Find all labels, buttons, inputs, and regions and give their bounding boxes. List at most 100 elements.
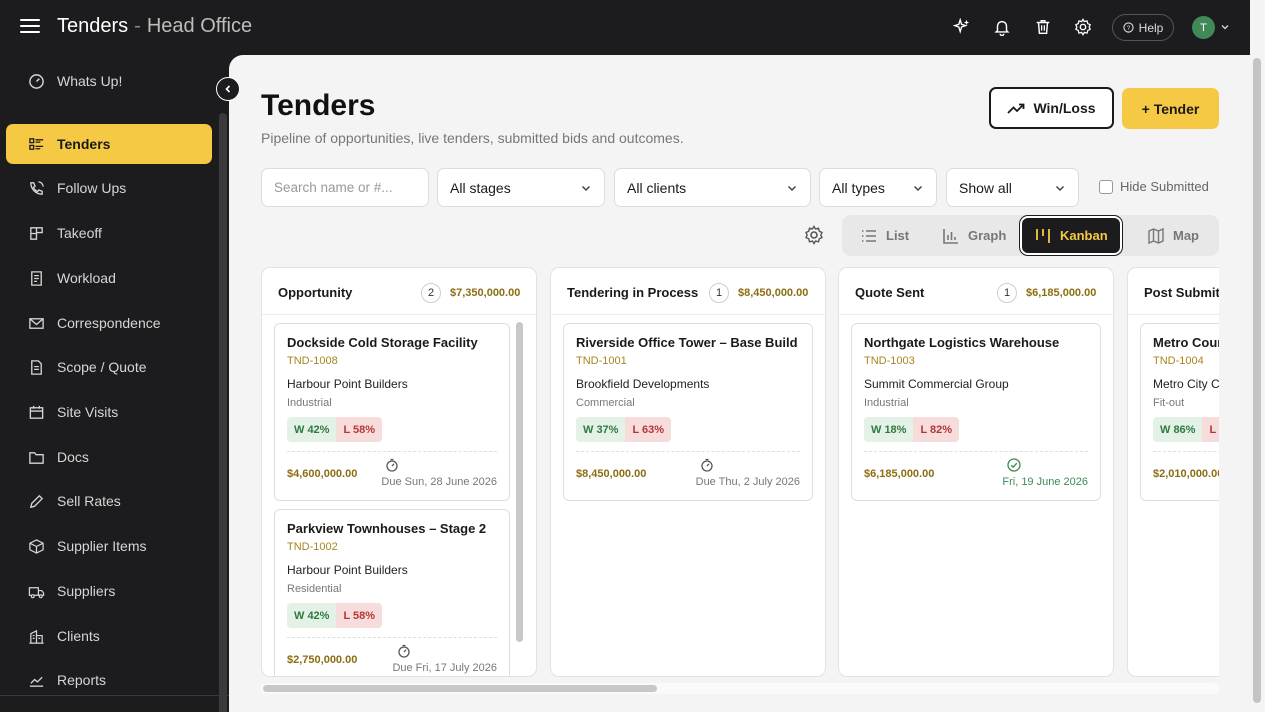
building-icon — [29, 629, 44, 644]
sparkle-icon[interactable] — [953, 18, 971, 36]
card-client: Harbour Point Builders — [287, 377, 408, 391]
show-select[interactable]: Show all — [946, 168, 1079, 207]
help-label: Help — [1138, 20, 1164, 35]
sidebar-item-takeoff[interactable]: Takeoff — [6, 213, 212, 253]
column-total: $8,450,000.00 — [738, 287, 809, 299]
view-settings-icon[interactable] — [804, 225, 824, 245]
chart-icon — [29, 676, 44, 687]
type-select-value: All types — [832, 179, 885, 196]
card-due-date: Due Thu, 2 July 2026 — [695, 476, 800, 488]
tender-card[interactable]: Riverside Office Tower – Base Build TND-… — [563, 323, 813, 501]
card-ref: TND-1008 — [287, 355, 338, 367]
sidebar-item-whats-up[interactable]: Whats Up! — [6, 61, 212, 101]
tab-list-label: List — [886, 228, 910, 243]
menu-icon[interactable] — [20, 19, 40, 35]
hide-submitted-checkbox[interactable] — [1099, 179, 1113, 194]
board-scrollbar[interactable] — [263, 685, 657, 692]
bell-icon[interactable] — [993, 18, 1011, 36]
card-client: Brookfield Developments — [576, 377, 710, 391]
app-title-office: Head Office — [146, 15, 253, 37]
card-type: Industrial — [864, 397, 909, 409]
win-loss-badge: W 37% L 63% — [576, 417, 672, 442]
tender-card[interactable]: Northgate Logistics Warehouse TND-1003 S… — [851, 323, 1101, 501]
gear-icon[interactable] — [1074, 18, 1092, 36]
page-title: Tenders — [261, 89, 376, 122]
truck-icon — [28, 586, 45, 598]
collapse-sidebar-button[interactable] — [216, 77, 240, 101]
page-subtitle: Pipeline of opportunities, live tenders,… — [261, 130, 684, 146]
card-type: Fit-out — [1153, 397, 1185, 409]
win-loss-button[interactable]: Win/Loss — [989, 87, 1114, 129]
kanban-column-opportunity: Opportunity 2 $7,350,000.00 Dockside Col… — [261, 267, 537, 677]
sidebar-divider — [0, 695, 229, 696]
tender-card[interactable]: Parkview Townhouses – Stage 2 TND-1002 H… — [274, 509, 510, 676]
column-scrollbar[interactable] — [516, 322, 523, 642]
search-input[interactable]: Search name or #... — [261, 168, 429, 207]
tab-list[interactable]: List — [848, 218, 921, 253]
trash-icon[interactable] — [1034, 18, 1052, 36]
column-count: 1 — [997, 283, 1017, 303]
tab-kanban[interactable]: Kanban — [1022, 218, 1120, 253]
sidebar-item-tenders[interactable]: Tenders — [6, 124, 212, 164]
question-icon: ? — [1123, 22, 1134, 33]
list-icon — [862, 229, 876, 242]
client-select[interactable]: All clients — [614, 168, 811, 207]
stage-select[interactable]: All stages — [437, 168, 605, 207]
card-type: Residential — [287, 583, 342, 595]
hide-submitted-toggle[interactable]: Hide Submitted — [1099, 179, 1209, 194]
sidebar-item-label: Workload — [57, 270, 116, 286]
card-title: Dockside Cold Storage Facility — [287, 335, 478, 350]
sidebar-item-site-visits[interactable]: Site Visits — [6, 392, 212, 432]
sidebar-item-reports[interactable]: Reports — [6, 660, 212, 700]
sidebar-item-follow-ups[interactable]: Follow Ups — [6, 168, 212, 208]
type-select[interactable]: All types — [819, 168, 937, 207]
tab-map[interactable]: Map — [1135, 218, 1211, 253]
sidebar-item-label: Scope / Quote — [57, 359, 147, 375]
column-header: Quote Sent 1 $6,185,000.00 — [839, 268, 1113, 315]
win-badge: W 18% — [864, 417, 914, 442]
chevron-down-icon — [1055, 185, 1065, 191]
card-due-date: Fri, 19 June 2026 — [1002, 476, 1088, 488]
sidebar-item-clients[interactable]: Clients — [6, 616, 212, 656]
list-icon — [29, 137, 44, 150]
page-scrollbar[interactable] — [1250, 0, 1265, 712]
loss-badge: L 58% — [336, 417, 383, 442]
sidebar-item-label: Follow Ups — [57, 180, 127, 196]
sidebar-item-supplier-items[interactable]: Supplier Items — [6, 526, 212, 566]
sidebar-item-label: Docs — [57, 449, 89, 465]
tab-graph-label: Graph — [968, 228, 1007, 243]
sidebar-item-workload[interactable]: Workload — [6, 258, 212, 298]
sidebar-item-correspondence[interactable]: Correspondence — [6, 303, 212, 343]
tender-card[interactable]: Dockside Cold Storage Facility TND-1008 … — [274, 323, 510, 501]
main-content: Tenders Pipeline of opportunities, live … — [229, 55, 1250, 712]
kanban-column-quote-sent: Quote Sent 1 $6,185,000.00 Northgate Log… — [838, 267, 1114, 677]
win-badge: W 86% — [1153, 417, 1203, 442]
chevron-down-icon — [913, 185, 923, 191]
map-icon — [1148, 227, 1164, 244]
app-title-main: Tenders — [57, 15, 129, 37]
card-title: Northgate Logistics Warehouse — [864, 335, 1060, 350]
client-select-value: All clients — [627, 179, 687, 196]
sidebar: Whats Up! Tenders Follow Ups Takeoff Wor… — [0, 55, 229, 712]
sidebar-item-sell-rates[interactable]: Sell Rates — [6, 481, 212, 521]
kanban-icon — [1036, 228, 1050, 243]
avatar[interactable]: T — [1192, 16, 1215, 39]
sidebar-item-suppliers[interactable]: Suppliers — [6, 571, 212, 611]
card-value: $4,600,000.00 — [287, 468, 358, 480]
tab-kanban-label: Kanban — [1060, 228, 1108, 243]
new-tender-button[interactable]: + Tender — [1122, 88, 1219, 129]
trending-up-icon — [1007, 103, 1025, 114]
chevron-down-icon — [581, 185, 591, 191]
chevron-down-icon[interactable] — [1220, 22, 1230, 32]
sidebar-scrollbar[interactable] — [219, 113, 227, 712]
timer-icon — [398, 644, 410, 658]
bar-chart-icon — [943, 228, 958, 244]
sidebar-item-docs[interactable]: Docs — [6, 437, 212, 477]
card-type: Industrial — [287, 397, 332, 409]
kanban-column-tendering: Tendering in Process 1 $8,450,000.00 Riv… — [550, 267, 826, 677]
tab-map-label: Map — [1173, 228, 1199, 243]
tab-graph[interactable]: Graph — [930, 218, 1018, 253]
column-header: Opportunity 2 $7,350,000.00 — [262, 268, 536, 315]
help-button[interactable]: ? Help — [1112, 14, 1174, 41]
sidebar-item-scope-quote[interactable]: Scope / Quote — [6, 347, 212, 387]
